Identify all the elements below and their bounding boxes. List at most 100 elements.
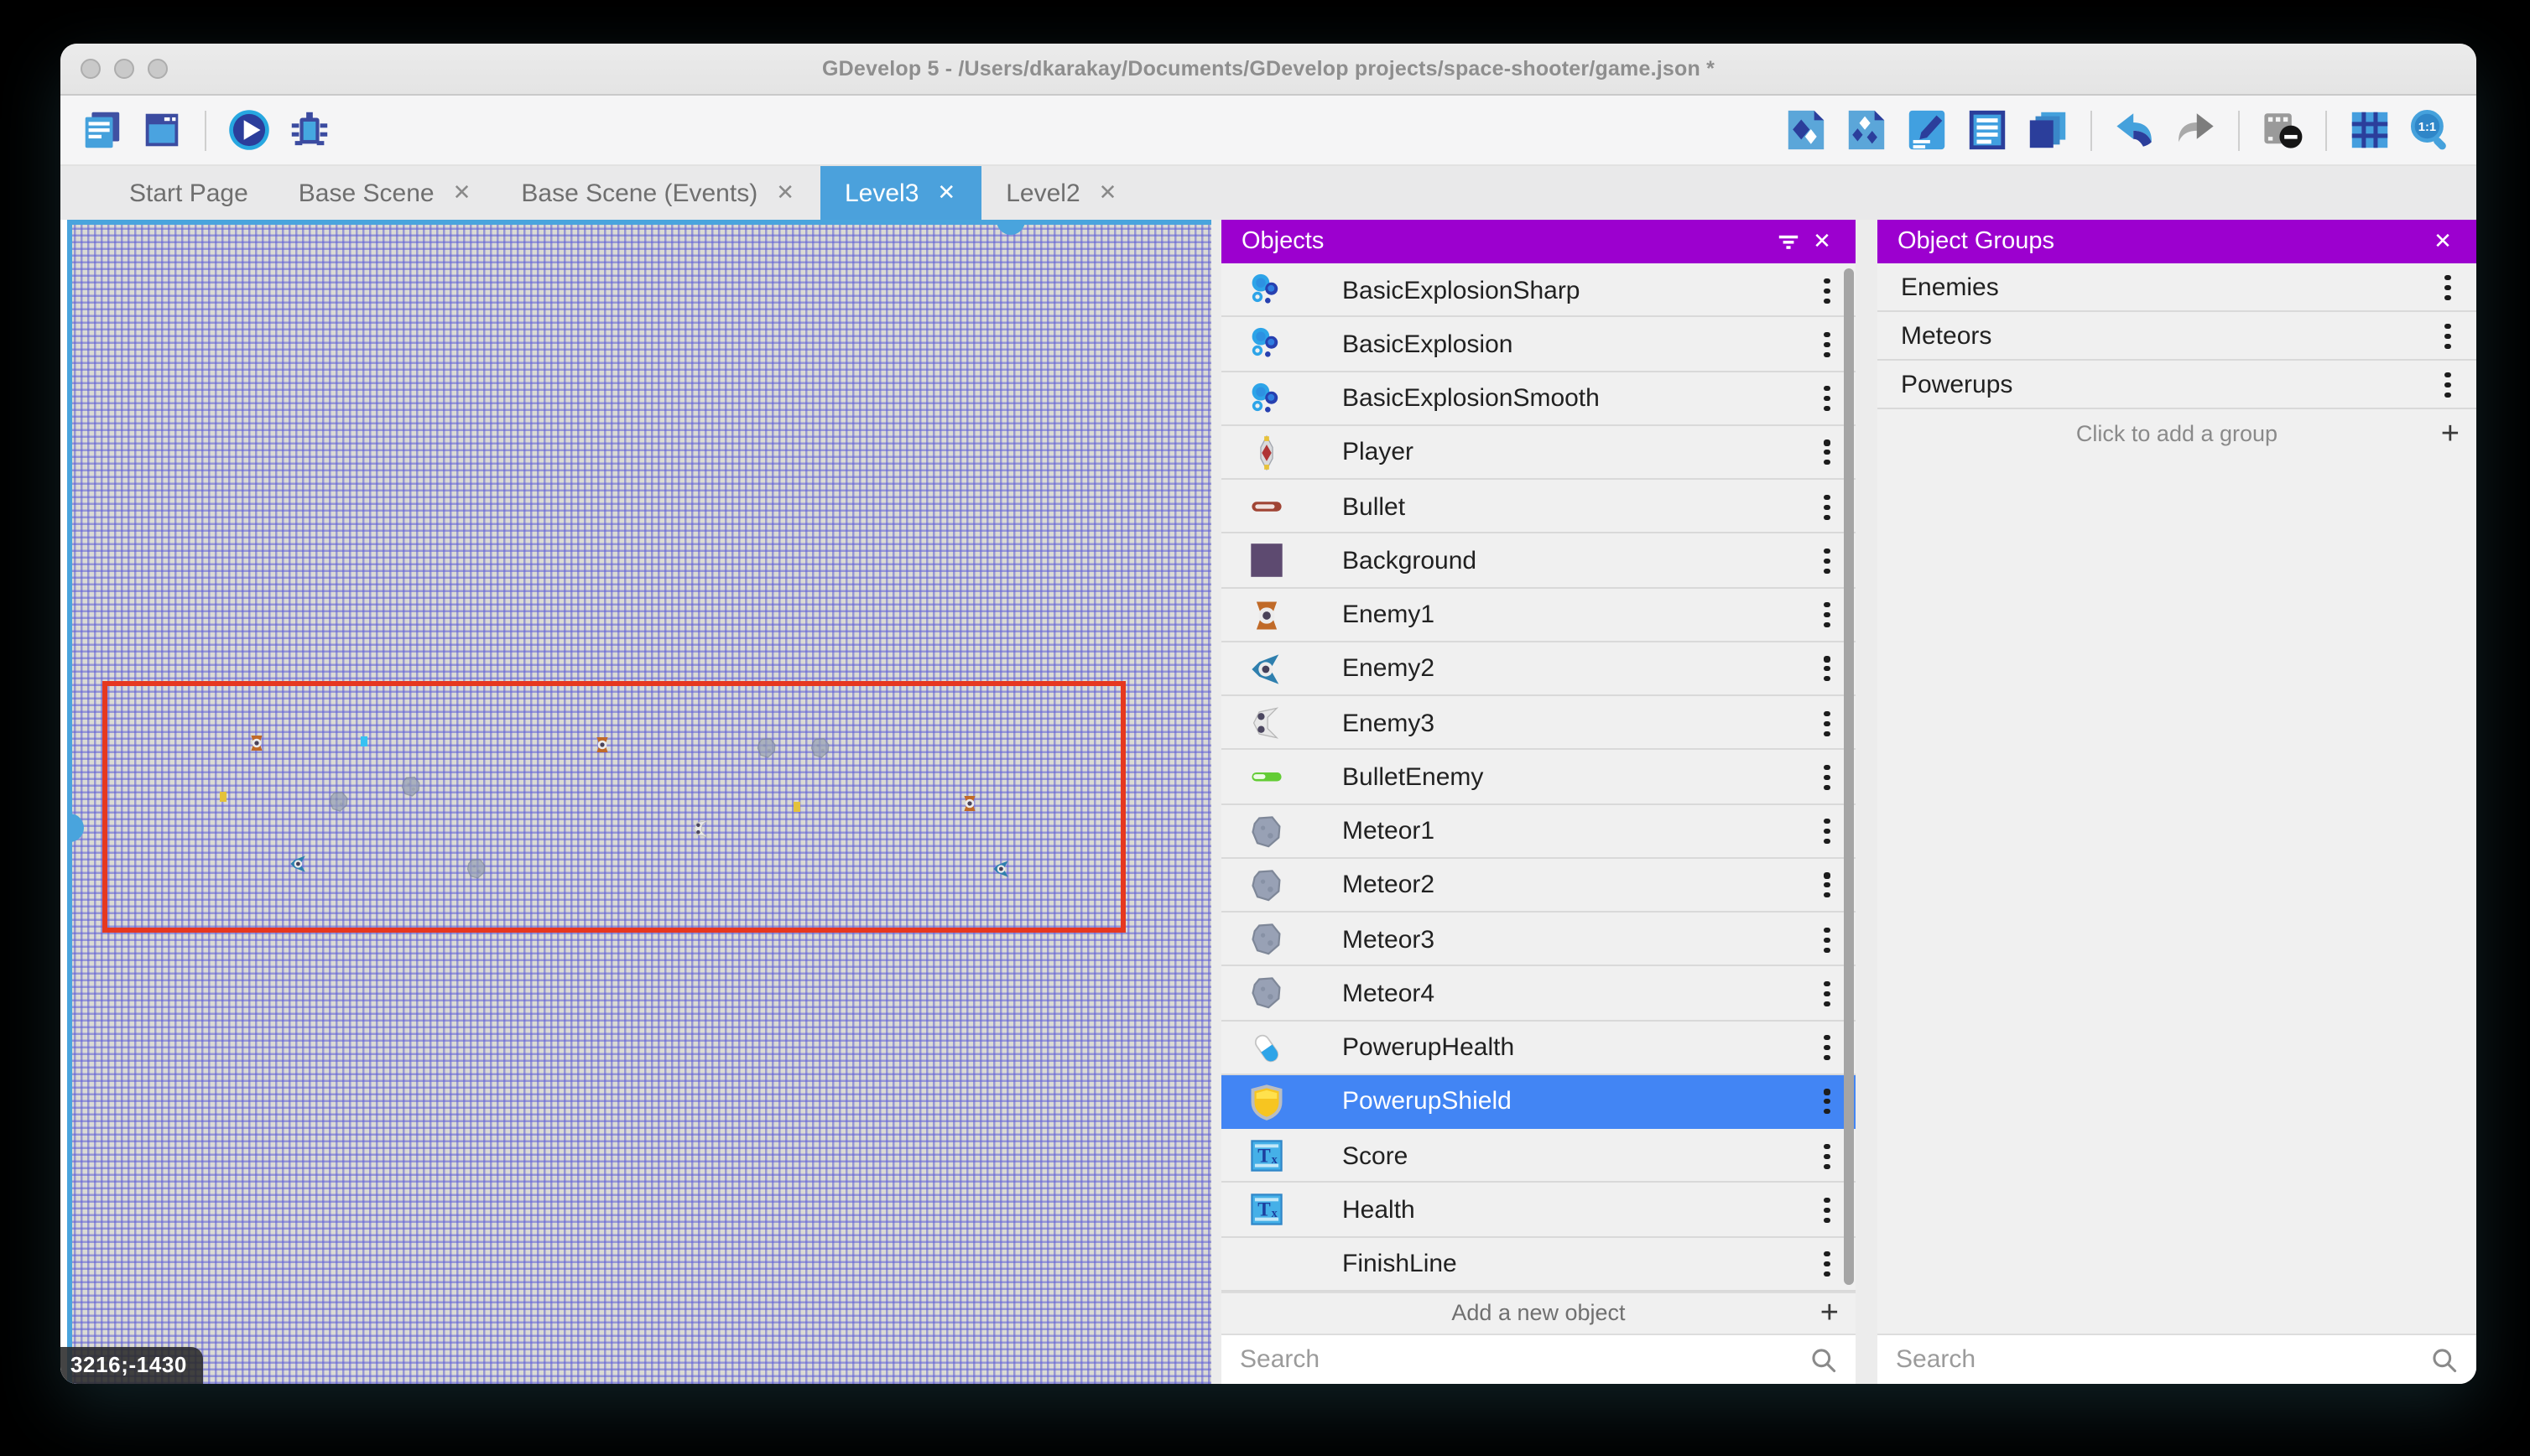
kebab-menu-icon[interactable]	[1812, 438, 1842, 468]
close-icon[interactable]: ✕	[2426, 225, 2460, 258]
object-row-background[interactable]: Background	[1221, 534, 1856, 589]
layers-panel-icon[interactable]	[2025, 107, 2070, 153]
object-row-poweruphealth[interactable]: PowerupHealth	[1221, 1021, 1856, 1075]
object-row-score[interactable]: TxScore	[1221, 1129, 1856, 1183]
object-row-enemy2[interactable]: Enemy2	[1221, 642, 1856, 697]
instances-panel-icon[interactable]	[1965, 107, 2010, 153]
object-row-powerupshield[interactable]: PowerupShield	[1221, 1075, 1856, 1130]
kebab-menu-icon[interactable]	[1812, 1087, 1842, 1117]
undo-icon[interactable]	[2112, 107, 2158, 153]
filter-icon[interactable]	[1772, 225, 1805, 258]
object-row-basicexplosionsmooth[interactable]: BasicExplosionSmooth	[1221, 372, 1856, 426]
object-name: Enemy3	[1342, 709, 1812, 737]
plus-icon: +	[2441, 418, 2460, 450]
tab-label: Start Page	[129, 179, 248, 207]
object-row-player[interactable]: Player	[1221, 426, 1856, 481]
cursor-coordinates-badge: 3216;-1430	[60, 1347, 202, 1384]
object-row-basicexplosion[interactable]: BasicExplosion	[1221, 318, 1856, 372]
add-object-button[interactable]: Add a new object +	[1221, 1292, 1856, 1334]
object-row-finishline[interactable]: FinishLine	[1221, 1237, 1856, 1292]
debug-icon[interactable]	[287, 107, 332, 153]
object-row-meteor1[interactable]: Meteor1	[1221, 804, 1856, 859]
objects-panel-icon[interactable]	[1783, 107, 1829, 153]
background-icon	[1248, 543, 1285, 580]
plus-icon: +	[1820, 1297, 1839, 1329]
scene-window-icon[interactable]	[139, 107, 185, 153]
close-tab-icon[interactable]: ✕	[776, 179, 794, 206]
group-row-powerups[interactable]: Powerups	[1877, 361, 2476, 409]
object-name: PowerupShield	[1342, 1088, 1812, 1116]
properties-panel-icon[interactable]	[1904, 107, 1950, 153]
play-icon[interactable]	[226, 107, 272, 153]
explosion-icon	[1248, 380, 1285, 417]
objects-panel-title: Objects	[1242, 228, 1772, 255]
objects-search-input[interactable]	[1240, 1345, 1809, 1374]
scene-canvas[interactable]: 3216;-1430	[60, 220, 1211, 1384]
object-row-meteor2[interactable]: Meteor2	[1221, 859, 1856, 913]
kebab-menu-icon[interactable]	[1812, 654, 1842, 684]
object-row-meteor4[interactable]: Meteor4	[1221, 967, 1856, 1022]
kebab-menu-icon[interactable]	[1812, 275, 1842, 305]
kebab-menu-icon[interactable]	[1812, 762, 1842, 793]
add-group-button[interactable]: Click to add a group +	[1877, 409, 2476, 458]
object-groups-panel-icon[interactable]	[1844, 107, 1889, 153]
group-row-meteors[interactable]: Meteors	[1877, 312, 2476, 361]
zoom-actual-icon[interactable]: 1:1	[2408, 107, 2453, 153]
objects-list: BasicExplosionSharp BasicExplosionBasicEx…	[1221, 263, 1856, 1292]
close-tab-icon[interactable]: ✕	[453, 179, 471, 206]
group-row-enemies[interactable]: Enemies	[1877, 263, 2476, 312]
kebab-menu-icon[interactable]	[2433, 370, 2463, 400]
kebab-menu-icon[interactable]	[1812, 924, 1842, 954]
object-row-bulletenemy[interactable]: BulletEnemy	[1221, 751, 1856, 805]
object-row-enemy3[interactable]: Enemy3	[1221, 696, 1856, 751]
objects-list-scrollbar[interactable]	[1844, 268, 1854, 1285]
kebab-menu-icon[interactable]	[1812, 1195, 1842, 1225]
kebab-menu-icon[interactable]	[1812, 708, 1842, 738]
object-row-bullet[interactable]: Bullet	[1221, 480, 1856, 534]
tab-base-scene-events-[interactable]: Base Scene (Events)✕	[496, 166, 820, 220]
close-tab-icon[interactable]: ✕	[1099, 179, 1117, 206]
close-tab-icon[interactable]: ✕	[937, 179, 955, 206]
group-name: Powerups	[1901, 371, 2433, 399]
kebab-menu-icon[interactable]	[1812, 1032, 1842, 1063]
meteor-icon	[1248, 867, 1285, 904]
powerup-health-icon	[1248, 1029, 1285, 1066]
kebab-menu-icon[interactable]	[1812, 546, 1842, 576]
grid-icon[interactable]	[2347, 107, 2392, 153]
svg-text:T: T	[1257, 1199, 1271, 1220]
enemy3-icon	[1248, 705, 1285, 741]
project-manager-icon[interactable]	[79, 107, 124, 153]
canvas-hscrollbar[interactable]	[67, 220, 1211, 225]
tab-start-page[interactable]: Start Page	[104, 166, 273, 220]
bullet-icon	[1248, 488, 1285, 525]
canvas-vscrollbar[interactable]	[67, 220, 72, 1384]
kebab-menu-icon[interactable]	[1812, 979, 1842, 1009]
kebab-menu-icon[interactable]	[1812, 1141, 1842, 1171]
object-row-enemy1[interactable]: Enemy1	[1221, 588, 1856, 642]
tab-base-scene[interactable]: Base Scene✕	[273, 166, 497, 220]
tab-level3[interactable]: Level3✕	[820, 166, 981, 220]
object-row-basicexplosionsharp[interactable]: BasicExplosionSharp	[1221, 263, 1856, 318]
text-icon: Tx	[1248, 1137, 1285, 1174]
kebab-menu-icon[interactable]	[2433, 273, 2463, 303]
kebab-menu-icon[interactable]	[1812, 816, 1842, 846]
groups-search-input[interactable]	[1896, 1345, 2429, 1374]
mask-icon[interactable]	[2260, 107, 2305, 153]
kebab-menu-icon[interactable]	[1812, 600, 1842, 630]
redo-icon[interactable]	[2173, 107, 2218, 153]
player-icon	[1248, 434, 1285, 471]
kebab-menu-icon[interactable]	[1812, 383, 1842, 413]
kebab-menu-icon[interactable]	[1812, 330, 1842, 360]
object-name: Meteor4	[1342, 980, 1812, 1008]
toolbar-divider	[205, 110, 206, 150]
kebab-menu-icon[interactable]	[1812, 491, 1842, 522]
object-row-meteor3[interactable]: Meteor3	[1221, 913, 1856, 967]
tab-level2[interactable]: Level2✕	[981, 166, 1142, 220]
object-row-health[interactable]: TxHealth	[1221, 1183, 1856, 1238]
object-name: BulletEnemy	[1342, 763, 1812, 792]
kebab-menu-icon[interactable]	[1812, 871, 1842, 901]
close-icon[interactable]: ✕	[1805, 225, 1839, 258]
kebab-menu-icon[interactable]	[1812, 1249, 1842, 1279]
object-name: BasicExplosionSharp	[1342, 276, 1812, 304]
kebab-menu-icon[interactable]	[2433, 321, 2463, 351]
